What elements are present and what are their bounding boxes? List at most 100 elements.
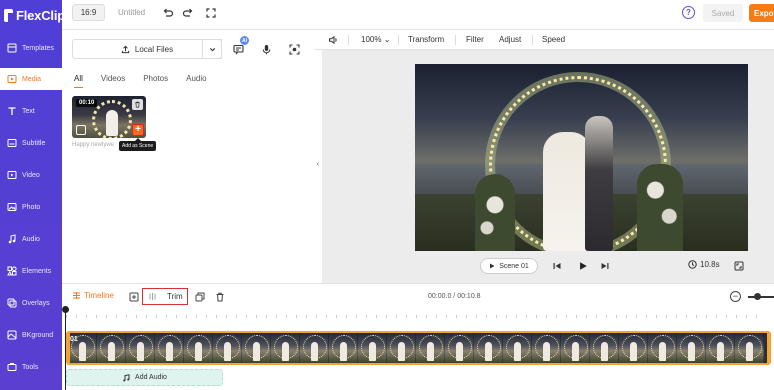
play-icon[interactable] bbox=[577, 260, 589, 272]
screen-record-button[interactable] bbox=[284, 39, 304, 59]
ruler-tick bbox=[586, 315, 587, 318]
adjust-button[interactable]: Adjust bbox=[499, 35, 521, 44]
filter-button[interactable]: Filter bbox=[466, 35, 484, 44]
sidebar-item-text[interactable]: Text bbox=[0, 100, 62, 122]
trim-button[interactable]: Trim bbox=[142, 288, 188, 305]
ruler-tick bbox=[106, 315, 107, 318]
ruler-tick bbox=[376, 315, 377, 318]
clip-frame bbox=[416, 333, 445, 363]
flowers-right bbox=[637, 164, 683, 251]
ruler-tick bbox=[286, 315, 287, 318]
timeline-ruler[interactable] bbox=[66, 312, 772, 320]
ruler-tick bbox=[716, 315, 717, 318]
ruler-tick bbox=[266, 315, 267, 318]
tab-audio[interactable]: Audio bbox=[186, 74, 206, 88]
ruler-tick bbox=[396, 315, 397, 318]
collapse-panel-button[interactable]: ‹ bbox=[314, 145, 322, 181]
sidebar-item-media[interactable]: Media bbox=[0, 68, 62, 90]
clip-frame bbox=[271, 333, 300, 363]
delete-icon[interactable] bbox=[215, 292, 225, 302]
ruler-tick bbox=[556, 315, 557, 318]
add-scene-icon[interactable] bbox=[129, 292, 139, 302]
ruler-tick bbox=[506, 315, 507, 318]
volume-icon[interactable] bbox=[328, 35, 338, 47]
ruler-tick bbox=[76, 315, 77, 318]
project-title[interactable]: Untitled bbox=[118, 8, 145, 17]
local-files-button[interactable]: Local Files bbox=[72, 39, 222, 59]
ruler-tick bbox=[436, 315, 437, 318]
ruler-tick bbox=[296, 315, 297, 318]
sidebar-item-photo[interactable]: Photo bbox=[0, 196, 62, 218]
templates-icon bbox=[7, 43, 17, 53]
sidebar-item-subtitle[interactable]: Subtitle bbox=[0, 132, 62, 154]
speed-button[interactable]: Speed bbox=[542, 35, 565, 44]
subtitle-generator-button[interactable]: AI bbox=[228, 36, 249, 59]
sidebar-item-label: Video bbox=[22, 171, 40, 179]
preview-icon[interactable] bbox=[76, 125, 86, 135]
clock-icon bbox=[688, 260, 697, 269]
media-item-thumbnail[interactable]: 00:10 + bbox=[72, 96, 146, 138]
ruler-tick bbox=[516, 315, 517, 318]
aspect-ratio-button[interactable]: 16:9 bbox=[72, 4, 105, 21]
help-icon[interactable]: ? bbox=[682, 6, 695, 19]
tools-icon bbox=[7, 362, 17, 372]
sidebar-item-label: Tools bbox=[22, 363, 39, 371]
tab-all[interactable]: All bbox=[74, 74, 83, 88]
background-icon bbox=[7, 330, 17, 340]
add-as-scene-button[interactable]: + bbox=[132, 124, 144, 136]
sidebar-item-elements[interactable]: Elements bbox=[0, 260, 62, 282]
add-audio-button[interactable]: Add Audio bbox=[66, 369, 223, 386]
tab-photos[interactable]: Photos bbox=[143, 74, 168, 88]
clip-frame bbox=[619, 333, 648, 363]
sidebar-item-label: Overlays bbox=[22, 299, 50, 307]
tab-videos[interactable]: Videos bbox=[101, 74, 125, 88]
zoom-select[interactable]: 100% ⌄ bbox=[361, 35, 390, 44]
ruler-tick bbox=[166, 315, 167, 318]
transform-button[interactable]: Transform bbox=[408, 35, 444, 44]
playhead-handle[interactable] bbox=[62, 306, 69, 313]
timeline-toggle[interactable]: Timeline bbox=[72, 291, 114, 300]
video-canvas[interactable] bbox=[415, 64, 748, 251]
sidebar-item-video[interactable]: Video bbox=[0, 164, 62, 186]
app-logo[interactable]: FlexClip bbox=[4, 7, 65, 23]
clip-frame bbox=[213, 333, 242, 363]
ruler-tick bbox=[666, 315, 667, 318]
fullscreen-icon[interactable] bbox=[205, 7, 217, 19]
fullscreen-preview-icon[interactable] bbox=[734, 261, 744, 271]
ruler-tick bbox=[746, 315, 747, 318]
skip-forward-icon[interactable] bbox=[600, 261, 610, 271]
ruler-tick bbox=[466, 315, 467, 318]
clip-trim-handle-right[interactable] bbox=[767, 331, 771, 365]
chevron-down-icon[interactable] bbox=[202, 39, 222, 59]
sidebar-item-bkground[interactable]: BKground bbox=[0, 324, 62, 346]
timeline-label: Timeline bbox=[84, 291, 114, 300]
clip-frame bbox=[648, 333, 677, 363]
skip-back-icon[interactable] bbox=[552, 261, 562, 271]
zoom-slider-handle[interactable] bbox=[754, 293, 761, 300]
ruler-tick bbox=[646, 315, 647, 318]
scene-selector[interactable]: Scene 01 bbox=[480, 258, 538, 274]
zoom-slider[interactable] bbox=[748, 296, 774, 298]
ruler-tick bbox=[246, 315, 247, 318]
undo-icon[interactable] bbox=[162, 7, 174, 19]
sidebar-item-tools[interactable]: Tools bbox=[0, 356, 62, 378]
clip-frame bbox=[184, 333, 213, 363]
ruler-tick bbox=[216, 315, 217, 318]
saved-button[interactable]: Saved bbox=[703, 4, 743, 22]
ruler-tick bbox=[86, 315, 87, 318]
sidebar-item-audio[interactable]: Audio bbox=[0, 228, 62, 250]
sidebar-item-templates[interactable]: Templates bbox=[0, 37, 62, 59]
zoom-out-icon[interactable]: − bbox=[730, 291, 741, 302]
trash-icon[interactable] bbox=[132, 99, 143, 110]
duplicate-icon[interactable] bbox=[195, 292, 205, 302]
record-audio-button[interactable] bbox=[256, 39, 276, 59]
ruler-tick bbox=[486, 315, 487, 318]
redo-icon[interactable] bbox=[182, 7, 194, 19]
ruler-tick bbox=[156, 315, 157, 318]
clip-frame bbox=[155, 333, 184, 363]
scene-clip[interactable] bbox=[66, 331, 771, 365]
export-button[interactable]: Expo bbox=[749, 4, 774, 22]
elements-icon bbox=[7, 266, 17, 276]
sidebar-item-overlays[interactable]: Overlays bbox=[0, 292, 62, 314]
ruler-tick bbox=[476, 315, 477, 318]
